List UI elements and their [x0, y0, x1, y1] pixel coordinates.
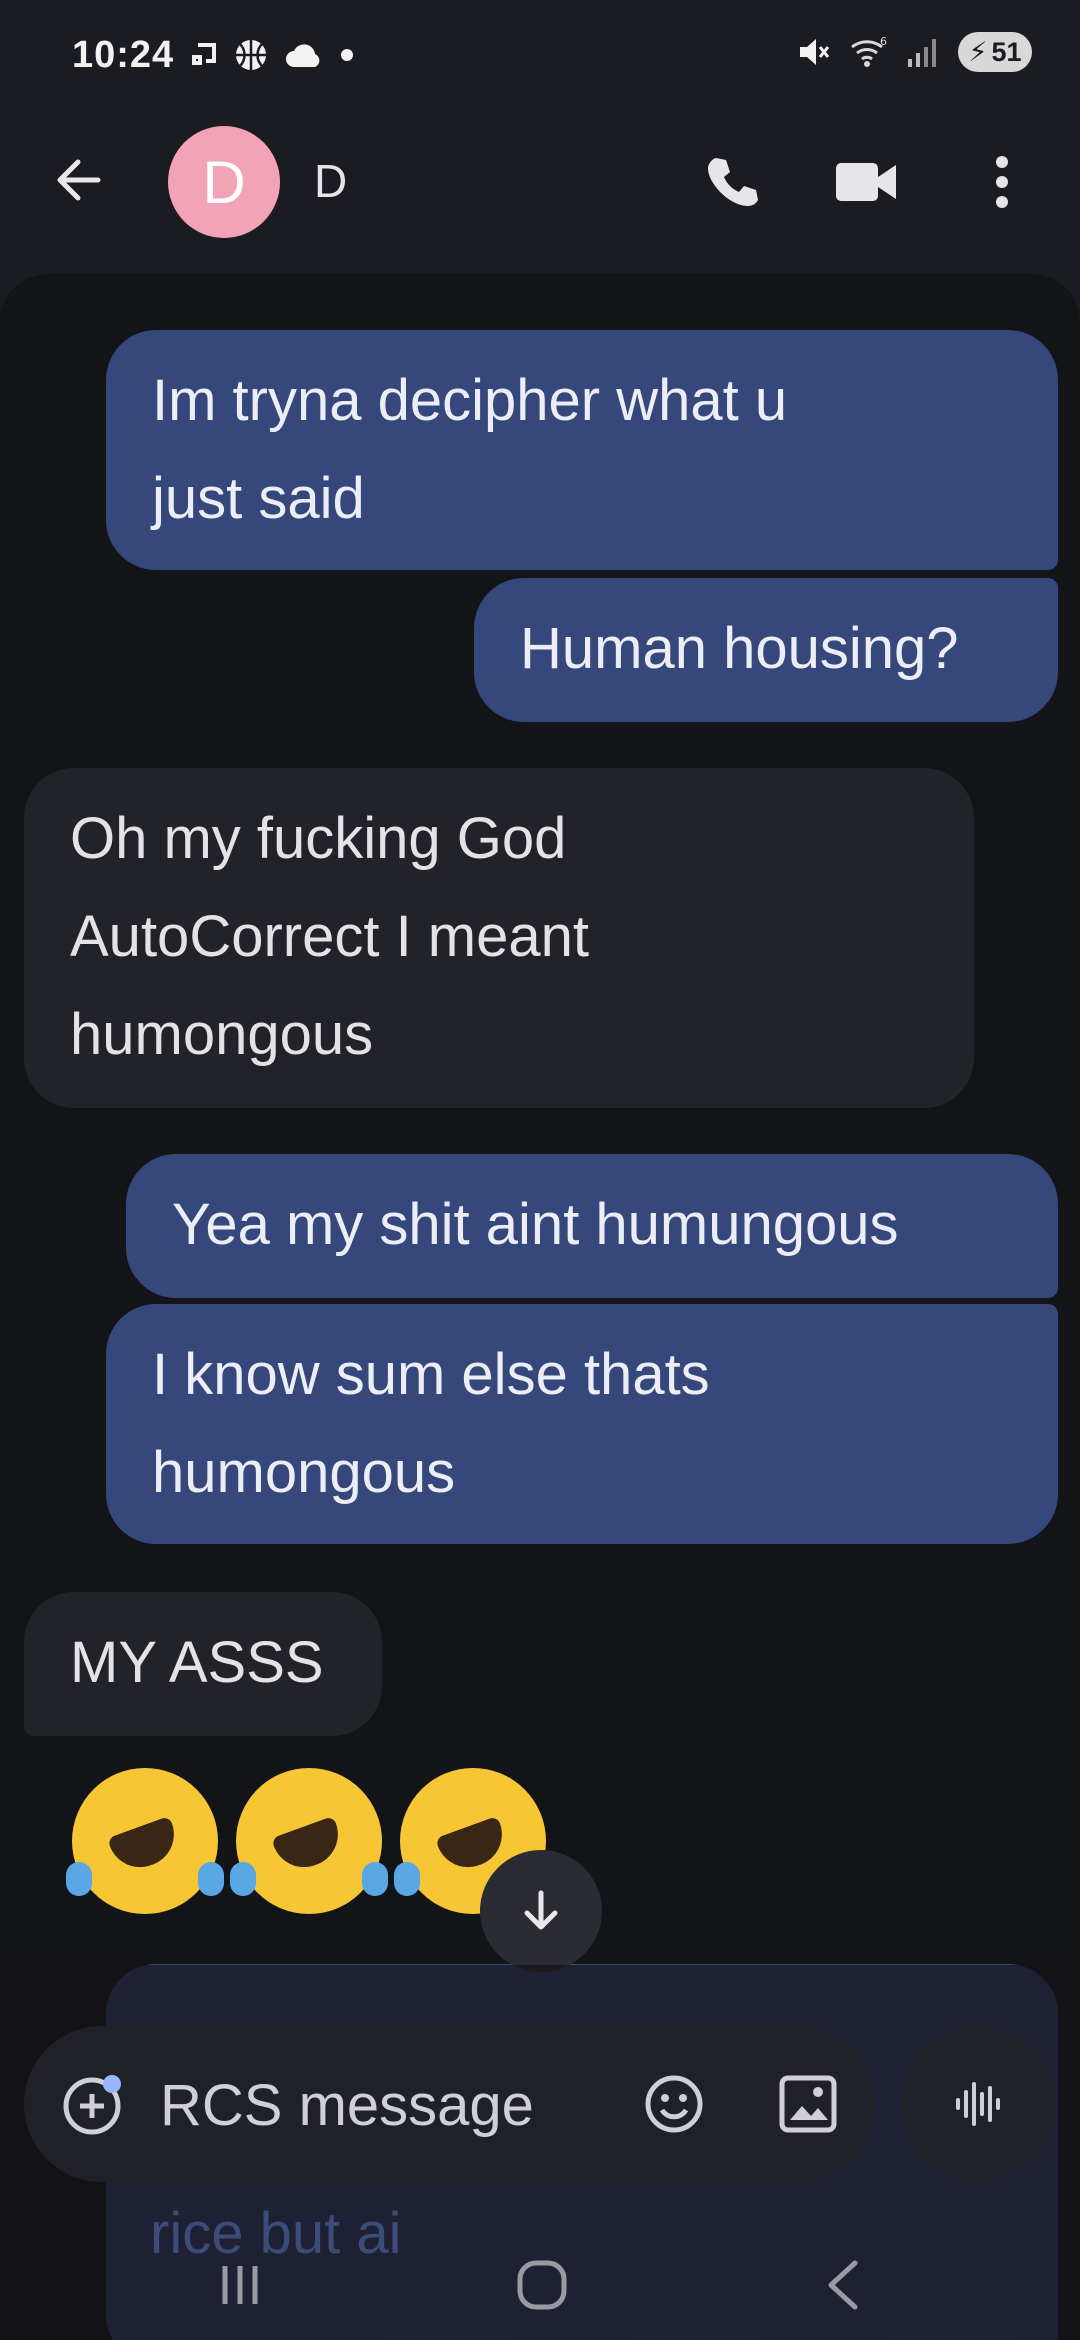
home-button[interactable] [482, 2240, 602, 2330]
status-icons-left [190, 38, 354, 72]
message-line: just said [152, 466, 365, 531]
message-input[interactable] [158, 2060, 632, 2150]
cast-icon [192, 43, 216, 65]
phone-icon [708, 158, 758, 206]
message-composer[interactable] [24, 2026, 876, 2182]
cloud-icon [286, 44, 320, 67]
message-line: Oh my fucking God [70, 806, 567, 871]
gallery-button[interactable] [774, 2070, 842, 2143]
status-icons-right: 6 ⚡ 51 [796, 32, 1032, 72]
voice-message-button[interactable] [900, 2026, 1056, 2182]
message-bubble-incoming[interactable]: MY ASSS [24, 1592, 382, 1736]
more-options-button[interactable] [966, 146, 1038, 218]
emoji-message[interactable] [66, 1768, 552, 1914]
svg-text:6: 6 [880, 35, 887, 48]
rolling-laughing-emoji-icon [230, 1768, 388, 1914]
message-line: humongous [70, 1002, 374, 1067]
waveform-icon [956, 2082, 1000, 2126]
signal-icon [908, 39, 936, 67]
rolling-laughing-emoji-icon [66, 1768, 224, 1914]
back-button[interactable] [48, 148, 112, 212]
wifi-icon: 6 [851, 35, 887, 67]
back-nav-button[interactable] [784, 2240, 904, 2330]
message-bubble-incoming[interactable]: Oh my fucking God AutoCorrect I meant hu… [24, 768, 974, 1108]
avatar-letter: D [202, 148, 246, 216]
attach-button[interactable] [58, 2070, 126, 2143]
recents-icon [222, 2266, 258, 2304]
message-bubble-outgoing[interactable]: Yea my shit aint humungous [126, 1154, 1058, 1298]
message-line: Yea my shit aint humungous [172, 1192, 899, 1257]
charging-icon: ⚡ [968, 36, 988, 67]
recent-apps-button[interactable] [180, 2240, 300, 2330]
call-button[interactable] [696, 146, 768, 218]
chevron-left-icon [828, 2260, 858, 2310]
scroll-to-bottom-button[interactable] [480, 1850, 602, 1972]
message-line: Im tryna decipher what u [152, 368, 788, 433]
status-time: 10:24 [72, 34, 175, 76]
arrow-left-icon [57, 159, 101, 201]
add-circle-icon [63, 2075, 121, 2135]
video-call-button[interactable] [830, 146, 902, 218]
message-line: humongous [152, 1440, 456, 1505]
message-bubble-outgoing[interactable]: Im tryna decipher what u just said [106, 330, 1058, 570]
system-navigation-bar [0, 2220, 1080, 2340]
video-camera-icon [836, 163, 896, 201]
image-icon [779, 2075, 837, 2133]
message-line: MY ASSS [70, 1630, 324, 1695]
message-line: I know sum else thats [152, 1342, 710, 1407]
message-bubble-outgoing[interactable]: Human housing? [474, 578, 1058, 722]
contact-name[interactable]: D [314, 154, 347, 208]
avatar[interactable]: D [168, 126, 280, 238]
battery-level: 51 [991, 36, 1022, 67]
status-bar: 10:24 6 ⚡ 51 [0, 0, 1080, 118]
emoji-button[interactable] [640, 2070, 708, 2143]
arrow-down-icon [524, 1890, 558, 1930]
more-vertical-icon [996, 156, 1008, 208]
message-line: Human housing? [520, 616, 959, 681]
message-bubble-outgoing[interactable]: I know sum else thats humongous [106, 1304, 1058, 1544]
dot-icon [341, 49, 353, 61]
smiley-icon [645, 2075, 703, 2133]
home-icon [517, 2260, 567, 2310]
basketball-icon [236, 40, 266, 70]
message-line: AutoCorrect I meant [70, 904, 589, 969]
battery-icon: ⚡ 51 [958, 32, 1032, 72]
conversation-header: D D [0, 118, 1080, 246]
mute-icon [800, 39, 830, 65]
